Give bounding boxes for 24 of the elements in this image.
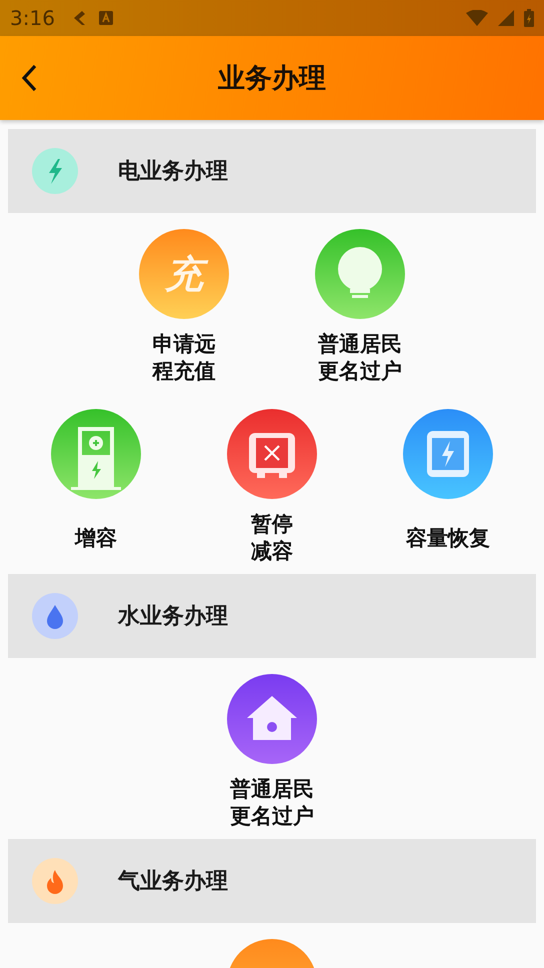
service-label: 暂停减容 xyxy=(251,511,293,565)
flame-icon xyxy=(32,858,78,904)
service-label: 容量恢复 xyxy=(406,524,490,552)
battery-icon xyxy=(524,9,534,27)
section-title: 气业务办理 xyxy=(118,868,228,896)
charging-station-icon[interactable] xyxy=(51,409,141,499)
wifi-icon xyxy=(466,10,488,26)
page-title: 业务办理 xyxy=(218,62,326,96)
water-drop-icon xyxy=(32,593,78,639)
status-time: 3:16 xyxy=(10,6,55,30)
charge-icon[interactable]: 充 xyxy=(139,229,229,319)
house-icon[interactable] xyxy=(227,674,317,764)
section-title: 水业务办理 xyxy=(118,603,228,631)
signal-icon xyxy=(498,10,514,26)
keyboard-notification-icon xyxy=(98,11,113,25)
lightning-icon xyxy=(32,148,78,194)
meter-cancel-icon[interactable] xyxy=(227,409,317,499)
service-label: 普通居民更名过户 xyxy=(318,331,402,385)
transformer-icon[interactable] xyxy=(403,409,493,499)
section-title: 电业务办理 xyxy=(118,158,228,186)
service-label: 普通居民更名过户 xyxy=(230,776,314,830)
service-label: 申请远程充值 xyxy=(152,331,216,385)
service-label: 增容 xyxy=(75,524,117,552)
light-bulb-icon[interactable] xyxy=(315,229,405,319)
